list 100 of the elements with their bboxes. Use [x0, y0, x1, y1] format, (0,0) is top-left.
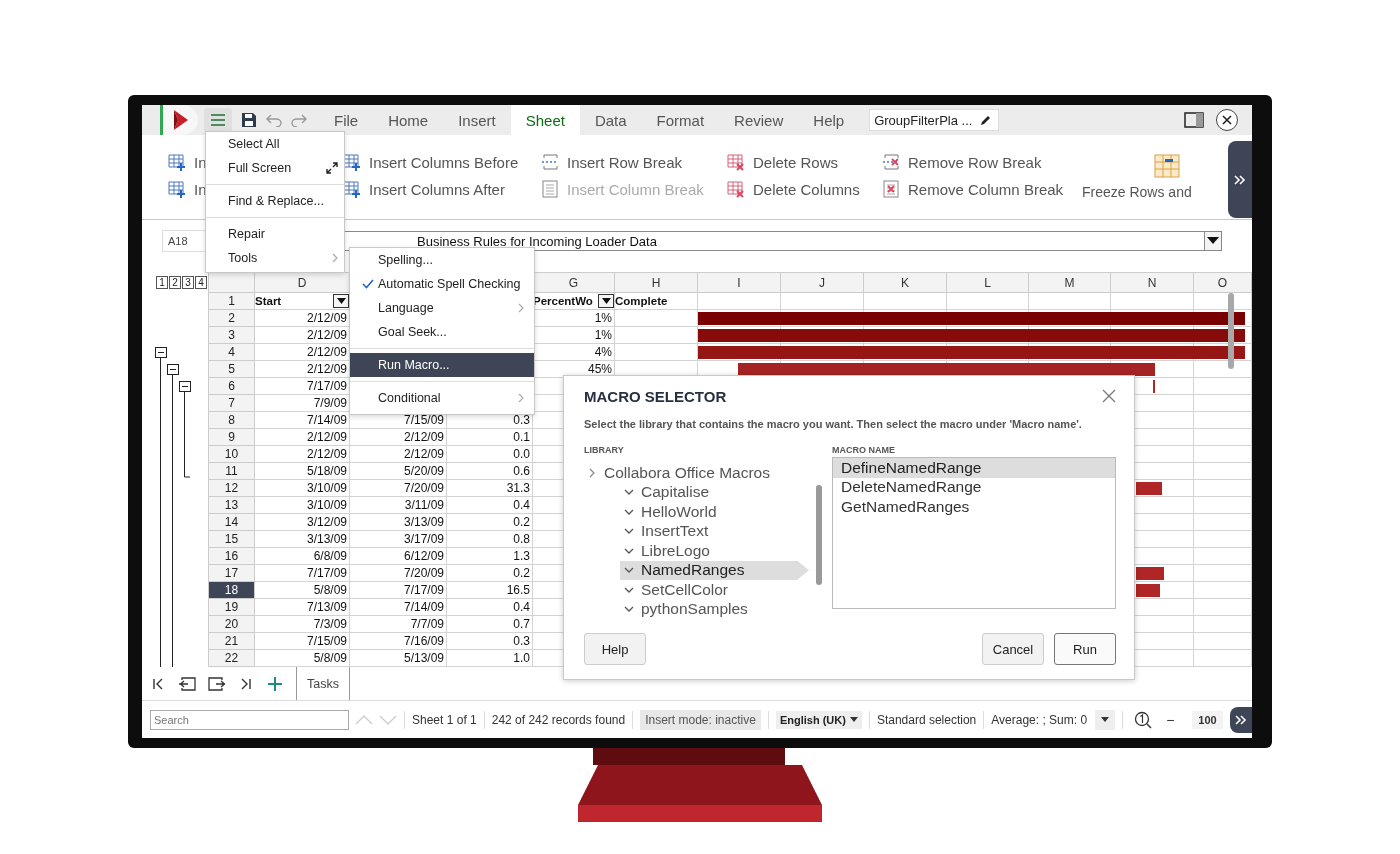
row-header[interactable]: 12 [208, 480, 255, 497]
zoom-out-button[interactable]: − [1166, 711, 1175, 728]
column-header[interactable]: N [1111, 272, 1194, 293]
menu-item[interactable]: Run Macro... [350, 353, 534, 377]
tree-item[interactable]: InsertText [584, 521, 816, 541]
tree-item[interactable]: LibreLogo [584, 541, 816, 561]
ribbon-button[interactable]: Insert Columns Before [343, 152, 519, 172]
row-header[interactable]: 9 [208, 429, 255, 446]
table-cell: 3/10/09 [255, 497, 350, 514]
menu-tab[interactable]: Insert [443, 105, 511, 135]
tree-item[interactable]: NamedRanges [620, 560, 809, 580]
dialog-button[interactable]: Cancel [982, 633, 1044, 665]
menu-tab[interactable]: Home [373, 105, 444, 135]
row-header[interactable]: 10 [208, 446, 255, 463]
row-header[interactable]: 6 [208, 378, 255, 395]
column-title: Complete [615, 294, 668, 309]
zoom-level[interactable]: 100 [1192, 710, 1223, 729]
table-cell: 3/11/09 [350, 497, 447, 514]
row-header[interactable]: 15 [208, 531, 255, 548]
worksheet-tab[interactable]: Tasks [296, 667, 350, 700]
table-cell: 7/3/09 [255, 616, 350, 633]
tree-item[interactable]: pythonSamples [584, 599, 816, 619]
outline-level-button[interactable]: 3 [182, 276, 194, 289]
row-header[interactable]: 21 [208, 633, 255, 650]
menu-tab[interactable]: Sheet [510, 105, 580, 135]
column-header[interactable]: J [781, 272, 864, 293]
ribbon-button[interactable]: Delete Rows [727, 152, 839, 172]
column-header[interactable]: O [1194, 272, 1252, 293]
row-header[interactable]: 16 [208, 548, 255, 565]
menu-tab[interactable]: Review [719, 105, 799, 135]
table-cell: 7/17/09 [350, 582, 447, 599]
table-cell: 7/17/09 [255, 565, 350, 582]
row-header[interactable]: 1 [208, 293, 255, 310]
menu-tab[interactable]: File [319, 105, 374, 135]
tree-item[interactable]: Capitalise [584, 482, 816, 502]
row-header[interactable]: 2 [208, 310, 255, 327]
table-cell: 7/13/09 [255, 599, 350, 616]
table-cell: 0.6 [447, 463, 533, 480]
menu-item[interactable]: Select All [206, 132, 344, 156]
column-header[interactable]: M [1029, 272, 1111, 293]
table-cell: 5/18/09 [255, 463, 350, 480]
row-header[interactable]: 19 [208, 599, 255, 616]
row-header[interactable]: 14 [208, 514, 255, 531]
list-item[interactable]: DefineNamedRange [833, 458, 1115, 478]
row-header[interactable]: 13 [208, 497, 255, 514]
table-cell: 31.3 [447, 480, 533, 497]
table-cell: 7/14/09 [350, 599, 447, 616]
insert-mode-status[interactable]: Insert mode: inactive [640, 709, 761, 730]
search-field[interactable]: Search [150, 709, 349, 730]
language-dropdown[interactable]: English (UK) [775, 710, 862, 729]
tree-item[interactable]: SetCellColor [584, 580, 816, 600]
menu-item[interactable]: Full Screen [206, 156, 344, 180]
column-header[interactable]: G [533, 272, 615, 293]
menu-item[interactable]: Conditional [350, 386, 534, 410]
menu-item[interactable]: Find & Replace... [206, 189, 344, 213]
menu-item[interactable]: Goal Seek... [350, 320, 534, 344]
outline-level-button[interactable]: 4 [195, 276, 207, 289]
row-header[interactable]: 7 [208, 395, 255, 412]
menu-tab[interactable]: Data [579, 105, 642, 135]
table-cell: 0.7 [447, 616, 533, 633]
selection-mode[interactable]: Standard selection [876, 712, 977, 727]
summary-text: Average: ; Sum: 0 [991, 712, 1088, 727]
column-header[interactable]: L [947, 272, 1029, 293]
row-header[interactable]: 11 [208, 463, 255, 480]
outline-level-button[interactable]: 2 [169, 276, 181, 289]
ribbon-button[interactable]: Remove Column Break [882, 179, 1064, 199]
tree-item[interactable]: HelloWorld [584, 502, 816, 522]
tree-item[interactable]: Collabora Office Macros [584, 463, 816, 483]
help-button[interactable]: Help [584, 633, 646, 665]
row-header[interactable]: 4 [208, 344, 255, 361]
row-header[interactable]: 22 [208, 650, 255, 667]
table-cell: 0.3 [447, 633, 533, 650]
list-item[interactable]: DeleteNamedRange [833, 477, 1115, 497]
column-header[interactable]: I [698, 272, 781, 293]
list-item[interactable]: GetNamedRanges [833, 497, 1115, 517]
macro-name-label: MACRO NAME [832, 445, 896, 457]
ribbon-button[interactable]: Insert Row Break [541, 152, 683, 172]
menu-tab[interactable]: Format [641, 105, 720, 135]
menu-item[interactable]: Language [350, 296, 534, 320]
row-header[interactable]: 20 [208, 616, 255, 633]
menu-tab[interactable]: Help [798, 105, 860, 135]
table-cell: 2/12/09 [255, 429, 350, 446]
column-header[interactable]: K [864, 272, 947, 293]
menu-item[interactable]: Automatic Spell Checking [350, 272, 534, 296]
freeze-button[interactable]: Freeze Rows and [1082, 152, 1192, 200]
ribbon-button[interactable]: Insert Columns After [343, 179, 505, 199]
ribbon-button[interactable]: Remove Row Break [882, 152, 1042, 172]
row-header[interactable]: 17 [208, 565, 255, 582]
row-header[interactable]: 18 [208, 582, 255, 599]
ribbon-button[interactable]: Delete Columns [727, 179, 860, 199]
row-header[interactable]: 3 [208, 327, 255, 344]
table-cell: 2/12/09 [350, 429, 447, 446]
row-header[interactable]: 5 [208, 361, 255, 378]
document-name-field[interactable]: GroupFilterPla ... [869, 109, 1000, 131]
row-header[interactable]: 8 [208, 412, 255, 429]
column-header[interactable]: H [615, 272, 698, 293]
dialog-button[interactable]: Run [1054, 633, 1116, 665]
outline-level-button[interactable]: 1 [156, 276, 168, 289]
menu-item[interactable]: Spelling... [350, 248, 534, 272]
table-cell: 5/8/09 [255, 582, 350, 599]
